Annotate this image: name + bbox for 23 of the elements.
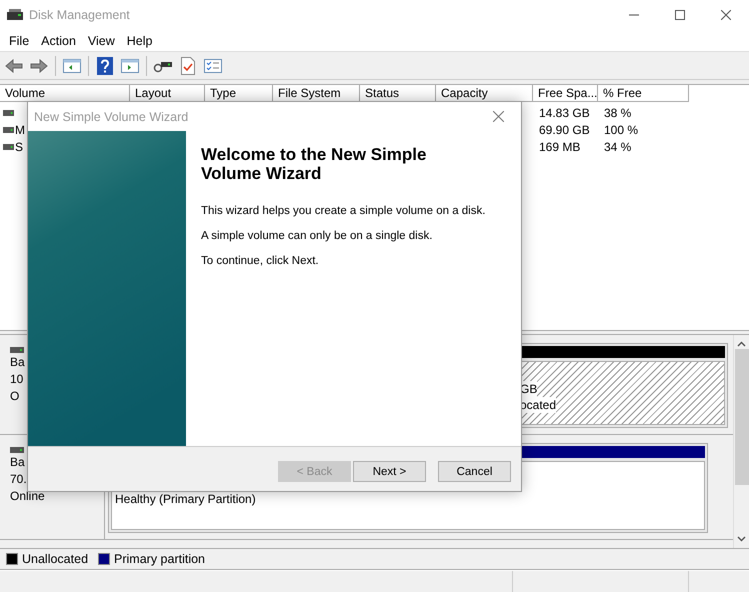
wizard-text: To continue, click Next.	[201, 255, 320, 267]
partition-text: Healthy (Primary Partition)	[115, 491, 256, 507]
disk-info-text: Online	[10, 488, 46, 504]
table-cell-text: 34 %	[603, 140, 632, 154]
dialog-title: New Simple Volume Wizard	[34, 110, 190, 124]
table-cell-text: 69.90 GB	[538, 122, 591, 136]
table-cell-text: 100 %	[603, 122, 640, 136]
wizard-text: A simple volume can only be on a single disk.	[201, 230, 434, 242]
window-title: Disk Management	[29, 8, 131, 22]
legend-label: Primary partition	[114, 552, 206, 566]
disk-info-text: O	[10, 388, 20, 404]
disk-info-text: Ba	[10, 354, 26, 370]
table-cell-text: 169 MB	[538, 140, 582, 154]
wizard-text: This wizard helps you create a simple volume on a disk.	[201, 205, 486, 217]
disk-info-text: Ba	[10, 454, 26, 470]
table-cell-text: 38 %	[603, 106, 632, 120]
disk-info-text: 70.	[10, 471, 28, 487]
disk-info-text: 10	[10, 371, 24, 387]
table-cell-text: 14.83 GB	[538, 106, 591, 120]
legend-label: Unallocated	[22, 552, 88, 566]
table-cell: S	[15, 140, 24, 154]
wizard-heading: Welcome to the New Simple Volume Wizard	[201, 145, 428, 183]
table-cell: M	[15, 122, 25, 136]
